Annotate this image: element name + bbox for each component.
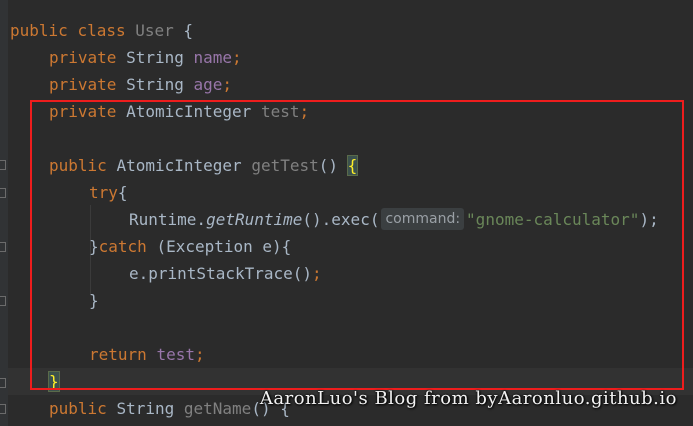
code-line-class-declaration[interactable]: public class User { [10, 17, 193, 44]
keyword: public [49, 399, 107, 418]
fold-marker-icon[interactable] [0, 242, 6, 252]
method-name: getName [183, 399, 252, 418]
keyword: private [49, 48, 117, 67]
field-name: age [193, 75, 223, 94]
fold-marker-icon[interactable] [0, 296, 6, 306]
annotation-highlight-box [30, 100, 684, 390]
type-name: String [126, 48, 184, 67]
code-editor[interactable]: public class User { private String name;… [0, 0, 693, 426]
fold-marker-icon[interactable] [0, 188, 6, 198]
field-name: name [193, 48, 233, 67]
semicolon: ; [222, 75, 233, 94]
keyword: private [49, 75, 117, 94]
fold-marker-icon[interactable] [0, 160, 6, 170]
keyword: public [10, 21, 68, 40]
brace: { [183, 21, 194, 40]
editor-gutter [0, 0, 8, 426]
type-name: String [126, 75, 184, 94]
code-line-field-age[interactable]: private String age; [49, 71, 232, 98]
code-line-method-getname[interactable]: public String getName() { [49, 395, 290, 422]
class-name: User [135, 21, 174, 40]
blog-watermark: AaronLuo's Blog from byAaronluo.github.i… [259, 388, 677, 409]
type-name: String [116, 399, 175, 418]
fold-marker-icon[interactable] [0, 404, 6, 414]
keyword: class [77, 21, 126, 40]
code-line-field-name[interactable]: private String name; [49, 44, 242, 71]
semicolon: ; [232, 48, 242, 67]
fold-marker-icon[interactable] [0, 378, 6, 388]
